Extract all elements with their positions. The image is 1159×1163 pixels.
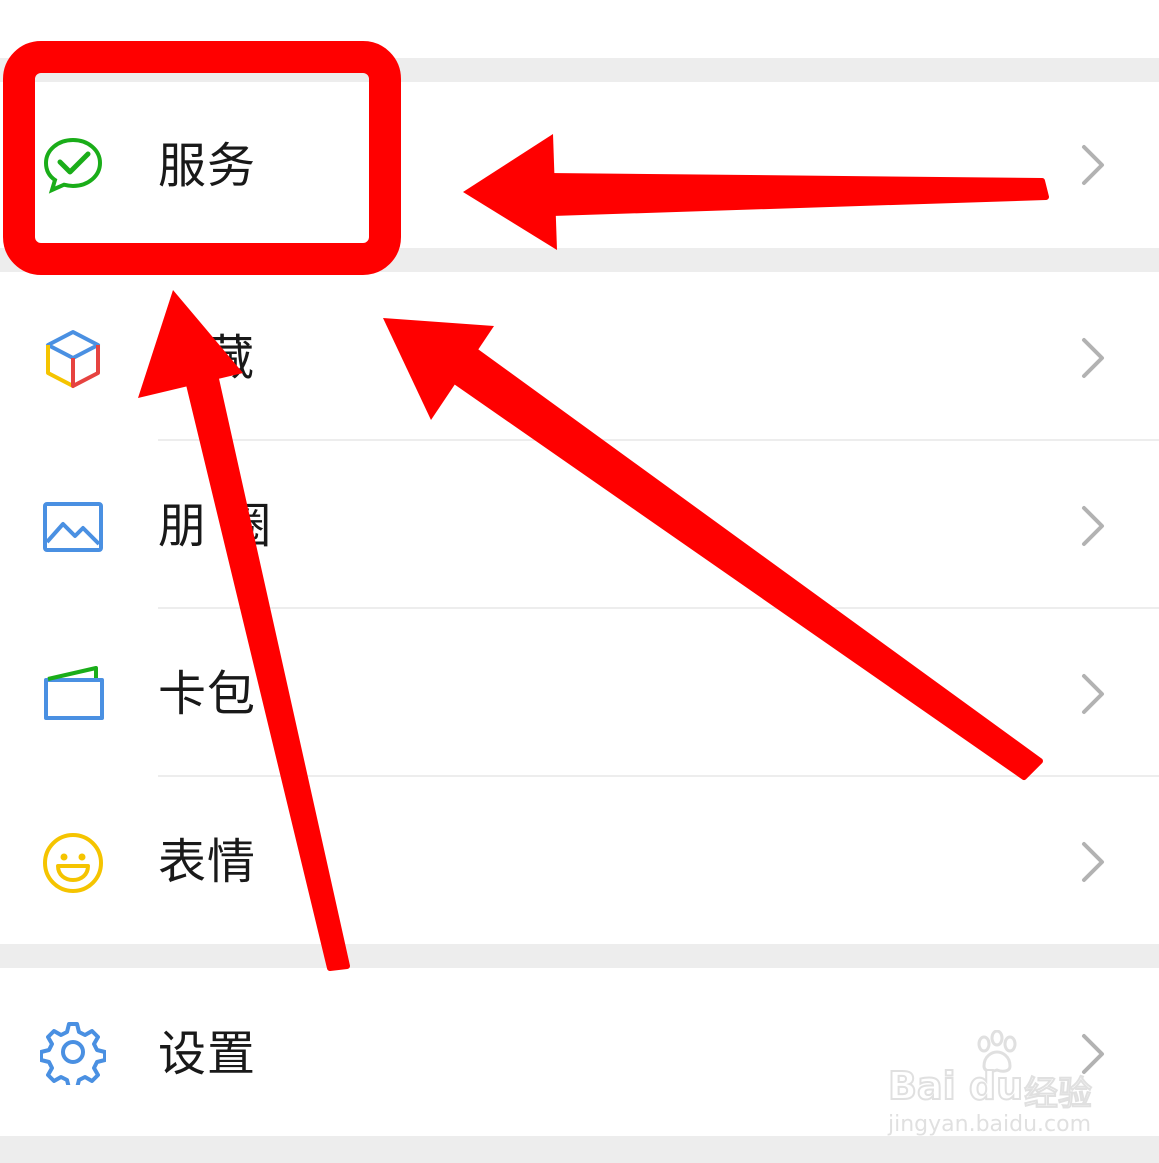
settings-gear-icon	[40, 1022, 106, 1085]
menu-item-favorites[interactable]: 藏	[0, 272, 1159, 440]
menu-item-stickers[interactable]: 表情	[0, 776, 1159, 944]
watermark-sub: 经验	[1023, 1073, 1093, 1115]
moments-image-icon	[43, 502, 103, 552]
menu-item-card-wallet[interactable]: 卡包	[0, 608, 1159, 776]
menu-item-label: 服务	[158, 138, 257, 194]
menu-item-label: 设置	[158, 1026, 257, 1082]
watermark-url: jingyan.baidu.com	[888, 1112, 1092, 1137]
watermark-brand: Bai du	[887, 1063, 1024, 1109]
baidu-watermark: Bai du 经验 jingyan.baidu.com	[887, 1030, 1108, 1142]
chevron-right-icon	[1082, 674, 1104, 714]
wechat-pay-icon	[43, 137, 103, 194]
menu-item-label: 表情	[158, 834, 257, 890]
favorites-cube-icon	[46, 330, 100, 388]
features-group: 藏 朋 圈 卡包 表情	[0, 272, 1159, 944]
menu-item-moments[interactable]: 朋 圈	[0, 440, 1159, 608]
chevron-right-icon	[1082, 842, 1104, 882]
services-group: 服务	[0, 82, 1159, 248]
sticker-smiley-icon	[43, 833, 103, 893]
chevron-right-icon	[1082, 338, 1104, 378]
menu-item-services[interactable]: 服务	[0, 82, 1159, 248]
menu-item-label: 藏	[206, 330, 256, 386]
chevron-right-icon	[1082, 506, 1104, 546]
card-wallet-icon	[44, 666, 104, 720]
menu-item-label: 卡包	[158, 666, 257, 722]
chevron-right-icon	[1082, 145, 1104, 185]
menu-item-label: 朋 圈	[158, 498, 273, 554]
